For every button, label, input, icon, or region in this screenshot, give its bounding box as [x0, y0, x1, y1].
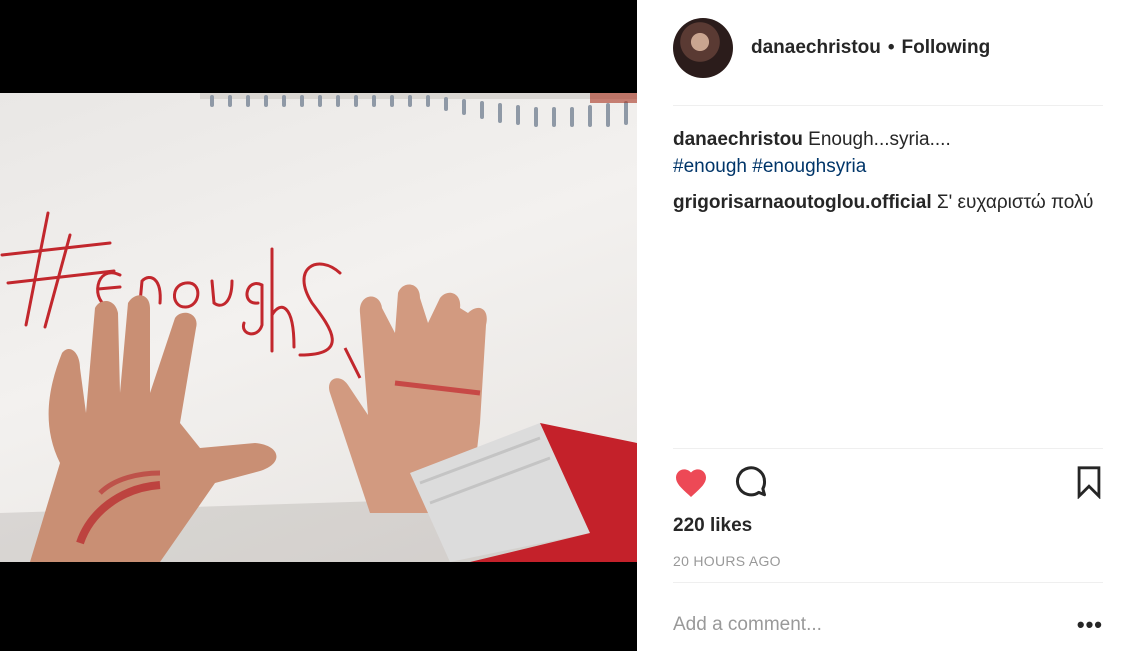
comment-bubble-icon [736, 466, 767, 497]
hashtag-link[interactable]: #enough [673, 156, 747, 177]
header-username[interactable]: danaechristou [751, 37, 881, 59]
comment-username[interactable]: grigorisarnaoutoglou.official [673, 192, 932, 213]
save-button[interactable] [1069, 462, 1109, 502]
photo-illustration [0, 93, 637, 562]
post-sidebar: danaechristou • Following danaechristou … [637, 0, 1126, 651]
spiral-binding [200, 93, 637, 127]
heart-filled-icon [676, 469, 706, 497]
action-bar [673, 462, 1103, 502]
avatar[interactable] [673, 18, 733, 78]
bookmark-icon [1077, 466, 1101, 499]
likes-count[interactable]: 220 likes [673, 515, 752, 537]
header-text: danaechristou • Following [751, 37, 990, 59]
comment-item: grigorisarnaoutoglou.official Σ' ευχαρισ… [673, 189, 1103, 216]
comment-username[interactable]: danaechristou [673, 129, 803, 150]
post-timestamp[interactable]: 20 HOURS AGO [673, 553, 781, 569]
more-options-icon[interactable]: ••• [1077, 614, 1103, 636]
comment-divider [673, 582, 1103, 583]
add-comment-input[interactable] [673, 614, 1053, 636]
photo-pane [0, 0, 637, 651]
comment-text: Σ' ευχαριστώ πολύ [936, 192, 1094, 213]
comment-text: Enough...syria.... [808, 129, 951, 150]
like-button[interactable] [671, 462, 711, 502]
add-comment-bar: ••• [673, 600, 1103, 650]
caption-comment: danaechristou Enough...syria.... #enough… [673, 126, 1103, 180]
hashtag-link[interactable]: #enoughsyria [752, 156, 866, 177]
post-photo[interactable] [0, 93, 637, 562]
comments-list: danaechristou Enough...syria.... #enough… [673, 126, 1103, 225]
separator-dot: • [887, 37, 895, 58]
actions-divider [673, 448, 1103, 449]
post-header: danaechristou • Following [673, 18, 1103, 106]
comment-button[interactable] [731, 462, 771, 502]
following-button[interactable]: Following [902, 37, 991, 59]
